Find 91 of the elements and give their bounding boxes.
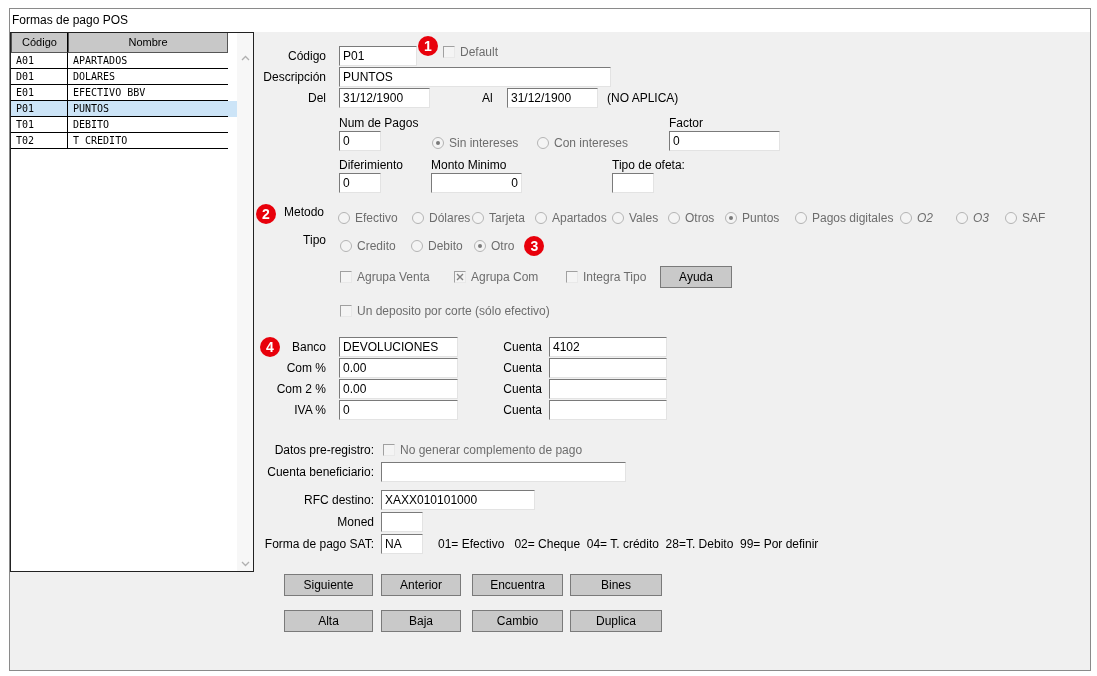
input-field[interactable]: 31/12/1900 (507, 87, 598, 108)
field-label: Banco (290, 338, 326, 356)
callout-badge: 3 (524, 236, 545, 256)
radio-label: Puntos (742, 210, 780, 227)
radio-label: Apartados (552, 210, 607, 227)
field-label: Factor (669, 116, 704, 131)
action-button[interactable]: Cambio (472, 610, 563, 632)
field-label: Moned (336, 514, 374, 531)
scroll-up-icon[interactable] (240, 55, 250, 61)
column-header[interactable]: Código (11, 33, 68, 53)
field-label: Num de Pagos (339, 116, 420, 131)
callout-badge: 2 (256, 203, 276, 224)
radio-label: O2 (917, 210, 933, 227)
radio-label: Vales (629, 210, 659, 227)
action-button[interactable]: Alta (284, 610, 373, 632)
field-label: Tipo (302, 232, 326, 249)
checkbox-label: Un deposito por corte (sólo efectivo) (357, 303, 550, 320)
field-label: Del (307, 89, 326, 107)
field-label: Cuenta beneficiario: (266, 463, 374, 481)
field-label: Cuenta (502, 338, 542, 356)
radio-label: Otros (685, 210, 715, 227)
field-label: Descripción (262, 68, 326, 86)
field-label: Forma de pago SAT: (263, 535, 374, 553)
checkbox-label: No generar complemento de pago (400, 441, 583, 459)
radio-label: Con intereses (554, 135, 629, 152)
field-label: Metodo (282, 204, 324, 221)
checkbox-label: Integra Tipo (583, 269, 647, 286)
checkbox-label: Agrupa Com (471, 269, 539, 286)
column-header[interactable]: Nombre (68, 33, 228, 53)
field-label: Código (286, 47, 326, 65)
callout-badge: 4 (260, 336, 280, 357)
input-field[interactable]: NA (381, 533, 423, 554)
note-text: (NO APLICA) (607, 89, 679, 107)
input-field[interactable] (549, 357, 667, 378)
field-label: Cuenta (502, 359, 542, 377)
radio-label: Pagos digitales (812, 210, 894, 227)
field-label: Com % (285, 359, 326, 377)
radio-label: Credito (357, 238, 396, 255)
radio-label: Sin intereses (449, 135, 519, 152)
input-field[interactable]: DEVOLUCIONES (339, 336, 458, 357)
input-field[interactable]: 31/12/1900 (339, 87, 430, 108)
checkbox-label: Default (460, 43, 499, 61)
input-field[interactable]: P01 (339, 45, 417, 66)
input-field[interactable]: 0 (339, 399, 458, 420)
radio-label: Debito (428, 238, 463, 255)
field-label: Cuenta (502, 401, 542, 419)
input-field[interactable]: 4102 (549, 336, 667, 357)
callout-badge: 1 (418, 35, 438, 56)
input-field[interactable]: 0.00 (339, 378, 458, 399)
radio-label: SAF (1022, 210, 1046, 227)
input-field[interactable]: 0.00 (339, 357, 458, 378)
action-button[interactable]: Anterior (381, 574, 461, 596)
scroll-down-icon[interactable] (240, 561, 250, 567)
action-button[interactable]: Baja (381, 610, 461, 632)
radio-label: Otro (491, 238, 515, 255)
input-field[interactable]: 0 (339, 173, 381, 193)
field-label: Monto Minimo (431, 158, 508, 173)
help-button[interactable]: Ayuda (660, 266, 732, 288)
field-label: Com 2 % (275, 380, 326, 398)
list-row[interactable]: T02 T CREDITO (11, 133, 238, 149)
field-label: RFC destino: (302, 491, 374, 509)
radio-label: Tarjeta (489, 210, 526, 227)
field-label: Cuenta (502, 380, 542, 398)
input-field[interactable] (612, 173, 654, 193)
input-field[interactable]: XAXX010101000 (381, 489, 535, 510)
legend-text: 01= Efectivo 02= Cheque 04= T. crédito 28=T. Debito 99= Por definir (438, 535, 819, 553)
checkbox-label: Agrupa Venta (357, 269, 430, 286)
input-field[interactable] (381, 512, 423, 532)
action-button[interactable]: Duplica (570, 610, 662, 632)
input-field[interactable]: PUNTOS (339, 66, 611, 87)
list-row[interactable]: T01 DEBITO (11, 117, 238, 133)
field-label: Tipo de ofeta: (612, 158, 685, 173)
input-field[interactable] (549, 399, 667, 420)
action-button[interactable]: Encuentra (472, 574, 563, 596)
action-button[interactable]: Siguiente (284, 574, 373, 596)
list-row[interactable]: P01 PUNTOS (11, 101, 238, 117)
field-label: Datos pre-registro: (273, 441, 374, 459)
radio-label: O3 (973, 210, 989, 227)
radio-label: Efectivo (355, 210, 398, 227)
action-button[interactable]: Bines (570, 574, 662, 596)
input-field[interactable]: 0 (431, 173, 522, 193)
field-label: IVA % (293, 401, 326, 419)
input-field[interactable]: 0 (669, 131, 780, 151)
input-field[interactable] (549, 378, 667, 399)
field-label: Diferimiento (339, 158, 405, 173)
list-row[interactable]: A01 APARTADOS (11, 53, 238, 69)
field-label: Al (482, 89, 494, 107)
radio-label: Dólares (429, 210, 471, 227)
input-field[interactable] (381, 461, 626, 482)
list-row[interactable]: D01 DOLARES (11, 69, 238, 85)
input-field[interactable]: 0 (339, 131, 381, 151)
